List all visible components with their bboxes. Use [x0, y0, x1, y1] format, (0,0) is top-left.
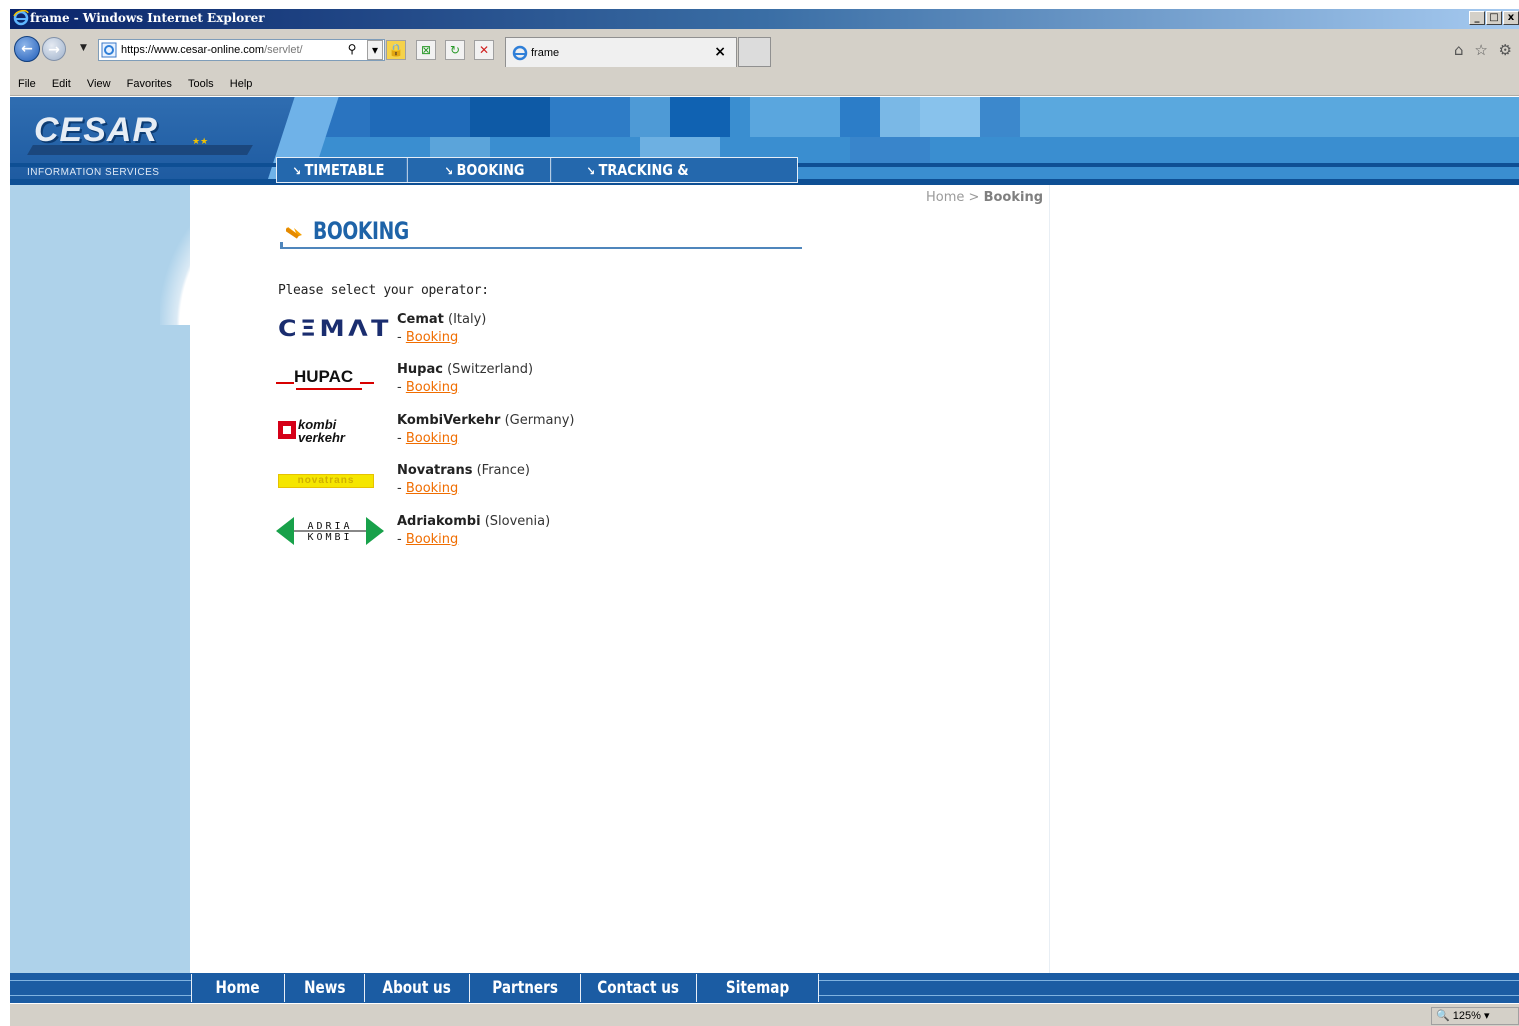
operator-country: (Slovenia) [484, 514, 551, 529]
hupac-logo[interactable]: HUPAC [276, 361, 386, 399]
stop-icon[interactable]: ✕ [474, 40, 494, 60]
operator-country: (France) [476, 463, 530, 478]
menu-edit[interactable]: Edit [52, 78, 71, 90]
window-title: frame - Windows Internet Explorer [30, 11, 265, 25]
window-titlebar: frame - Windows Internet Explorer _ □ x [10, 9, 1519, 29]
menu-help[interactable]: Help [230, 78, 253, 90]
hupac-booking-link[interactable]: Booking [406, 380, 458, 395]
operator-row: CΞMΛT Cemat (Italy) - Booking [276, 311, 796, 355]
menu-bar: File Edit View Favorites Tools Help [10, 72, 1519, 96]
svg-text:ADRIA: ADRIA [307, 521, 352, 532]
nav-tracking-tracing[interactable]: ↘TRACKING & TRACING [571, 158, 765, 204]
menu-favorites[interactable]: Favorites [127, 78, 172, 90]
svg-text:KOMBI: KOMBI [307, 532, 352, 543]
footer-navigation: Home News About us Partners Contact us S… [191, 974, 819, 1002]
footer-home[interactable]: Home [192, 974, 285, 1002]
zoom-level: 125% [1452, 1010, 1481, 1022]
page-icon [101, 42, 117, 58]
status-bar: 🔍 125% ▾ [10, 1003, 1519, 1026]
zoom-icon: 🔍 [1436, 1010, 1450, 1022]
back-button[interactable]: ← [14, 36, 40, 62]
arrow-icon: ↘ [292, 164, 302, 178]
footer-sitemap[interactable]: Sitemap [697, 974, 818, 1002]
operator-row: kombi verkehr KombiVerkehr (Germany) - B… [276, 412, 796, 456]
kombiverkehr-booking-link[interactable]: Booking [406, 431, 458, 446]
compatibility-view-icon[interactable]: ⊠ [416, 40, 436, 60]
operator-name: Adriakombi [397, 514, 481, 529]
content-area [190, 185, 1050, 975]
breadcrumb-home[interactable]: Home [926, 190, 964, 205]
novatrans-logo[interactable]: novatrans [276, 462, 386, 500]
lock-icon[interactable]: 🔒 [386, 40, 406, 60]
nav-booking[interactable]: ↘ BOOKING [429, 158, 552, 182]
tab-close-icon[interactable]: × [714, 44, 726, 60]
new-tab-button[interactable] [738, 37, 771, 67]
zoom-control[interactable]: 🔍 125% ▾ [1431, 1007, 1519, 1025]
novatrans-booking-link[interactable]: Booking [406, 481, 458, 496]
title-underline [280, 242, 802, 249]
breadcrumb: Home > Booking [926, 190, 1044, 205]
operator-country: (Switzerland) [447, 362, 534, 377]
back-arrow-icon: ← [21, 41, 33, 57]
stars-icon: ★★ [192, 137, 209, 147]
address-url[interactable]: https://www.cesar-online.com/servlet/ [121, 44, 303, 56]
operator-name: Hupac [397, 362, 443, 377]
cemat-logo[interactable]: CΞMΛT [276, 311, 388, 349]
search-icon[interactable]: ⚲ [342, 40, 362, 60]
orange-arrow-icon [286, 227, 302, 239]
adriakombi-booking-link[interactable]: Booking [406, 532, 458, 547]
internet-explorer-icon [13, 10, 29, 26]
operator-name: KombiVerkehr [397, 413, 501, 428]
menu-tools[interactable]: Tools [188, 78, 214, 90]
tab-label: frame [531, 47, 560, 59]
refresh-icon[interactable]: ↻ [445, 40, 465, 60]
browser-tab[interactable]: frame × [505, 37, 737, 67]
web-page: CESAR ★★ INFORMATION SERVICES ↘ TIMETABLE… [10, 97, 1519, 1003]
minimize-button[interactable]: _ [1469, 11, 1485, 25]
internet-explorer-icon [512, 45, 528, 61]
operator-country: (Germany) [504, 413, 575, 428]
arrow-icon: ↘ [586, 164, 596, 178]
tagline: INFORMATION SERVICES [27, 167, 160, 178]
operator-prompt: Please select your operator: [278, 283, 489, 298]
operator-name: Novatrans [397, 463, 473, 478]
footer-contact-us[interactable]: Contact us [581, 974, 697, 1002]
nav-timetable[interactable]: ↘ TIMETABLE [277, 158, 408, 182]
maximize-button[interactable]: □ [1486, 11, 1502, 25]
arrow-icon: ↘ [444, 164, 454, 178]
header-tiles [310, 97, 1519, 163]
footer-partners[interactable]: Partners [470, 974, 581, 1002]
close-window-button[interactable]: x [1503, 11, 1519, 25]
forward-button[interactable]: → [42, 37, 66, 61]
operator-row: HUPAC Hupac (Switzerland) - Booking [276, 361, 796, 405]
breadcrumb-current: Booking [983, 190, 1044, 205]
cesar-logo[interactable]: CESAR ★★ [24, 109, 254, 157]
operator-row: novatrans Novatrans (France) - Booking [276, 462, 796, 506]
browser-toolbar: ← → ▼ https://www.cesar-online.com/servl… [10, 29, 1519, 72]
footer-news[interactable]: News [285, 974, 365, 1002]
menu-view[interactable]: View [87, 78, 111, 90]
operator-country: (Italy) [448, 312, 487, 327]
main-navigation: ↘TIMETABLE ↘BOOKING ↘TRACKING & TRACING [276, 157, 798, 204]
operator-row: ADRIA KOMBI Adriakombi (Slovenia) - Book… [276, 513, 796, 557]
dropdown-arrow-icon[interactable]: ▾ [367, 40, 383, 60]
adriakombi-logo[interactable]: ADRIA KOMBI [276, 513, 386, 551]
home-favorites-settings-icons[interactable]: ⌂ ☆ ⚙ [1454, 41, 1515, 59]
cemat-booking-link[interactable]: Booking [406, 330, 458, 345]
kombiverkehr-logo[interactable]: kombi verkehr [276, 412, 386, 450]
history-dropdown-icon[interactable]: ▼ [80, 43, 87, 53]
operator-name: Cemat [397, 312, 444, 327]
forward-arrow-icon: → [48, 42, 60, 58]
menu-file[interactable]: File [18, 78, 36, 90]
footer-about-us[interactable]: About us [365, 974, 470, 1002]
chevron-down-icon: ▾ [1483, 1010, 1490, 1022]
